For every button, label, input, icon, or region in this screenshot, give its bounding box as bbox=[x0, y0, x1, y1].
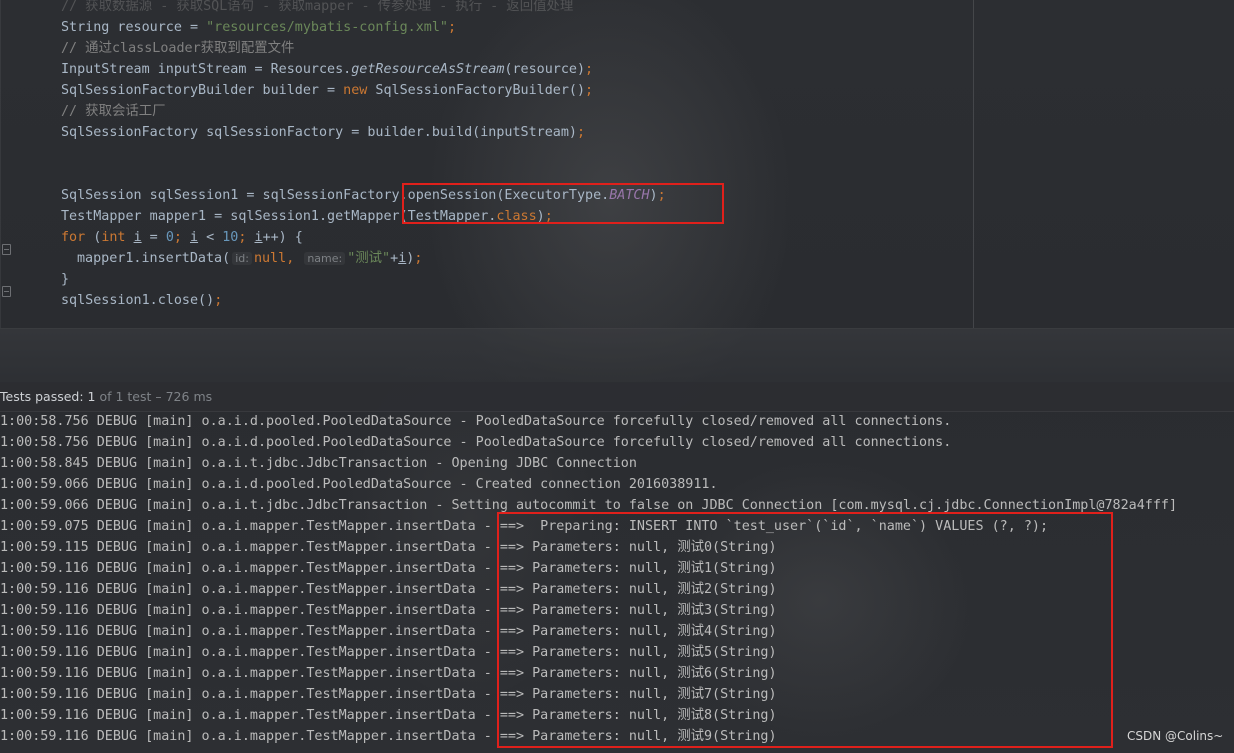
code-token: i bbox=[254, 230, 263, 245]
test-status-bar: Tests passed: 1 of 1 test – 726 ms bbox=[0, 382, 1234, 412]
code-token: ; bbox=[585, 83, 594, 98]
editor-console-divider[interactable] bbox=[0, 328, 1234, 383]
code-token: + bbox=[390, 251, 399, 266]
code-token: i bbox=[133, 230, 142, 245]
code-token: SqlSessionFactoryBuilder() bbox=[367, 83, 586, 98]
code-token: getResourceAsStream bbox=[351, 62, 505, 77]
code-token: mapper1.insertData( bbox=[77, 251, 231, 266]
log-line: 1:00:58.756 DEBUG [main] o.a.i.d.pooled.… bbox=[0, 414, 952, 429]
code-token: ; bbox=[414, 251, 423, 266]
code-token: InputStream inputStream = Resources. bbox=[61, 62, 352, 77]
code-token: , bbox=[286, 251, 303, 266]
code-token: for bbox=[61, 230, 86, 245]
code-line: for (int i = 0; i < 10; i++) { bbox=[61, 227, 303, 248]
code-token: SqlSessionFactoryBuilder builder = bbox=[61, 83, 344, 98]
fold-marker-icon[interactable] bbox=[2, 286, 11, 297]
code-line: String resource = "resources/mybatis-con… bbox=[61, 17, 456, 38]
code-token: // 获取数据源 - 获取SQL语句 - 获取mapper - 传参处理 - 执… bbox=[61, 0, 574, 14]
highlight-box-opensession bbox=[402, 183, 724, 224]
code-token: "resources/mybatis-config.xml" bbox=[206, 20, 448, 35]
code-token: SqlSessionFactory sqlSessionFactory = bu… bbox=[61, 125, 577, 140]
code-line: } bbox=[61, 269, 69, 290]
watermark: CSDN @Colins~ bbox=[1127, 729, 1224, 743]
code-token: } bbox=[61, 272, 70, 287]
code-token: String resource = bbox=[61, 20, 207, 35]
code-editor[interactable]: // 获取数据源 - 获取SQL语句 - 获取mapper - 传参处理 - 执… bbox=[0, 0, 1234, 328]
code-line: SqlSessionFactory sqlSessionFactory = bu… bbox=[61, 122, 585, 143]
code-token: int bbox=[101, 230, 126, 245]
code-line: // 通过classLoader获取到配置文件 bbox=[61, 38, 294, 59]
code-token: < bbox=[198, 230, 223, 245]
highlight-box-batch-log bbox=[497, 512, 1113, 748]
code-token: ; bbox=[173, 230, 190, 245]
code-token: // 获取会话工厂 bbox=[61, 104, 166, 119]
log-line: 1:00:58.845 DEBUG [main] o.a.i.t.jdbc.Jd… bbox=[0, 456, 637, 471]
code-line: sqlSession1.close(); bbox=[61, 290, 222, 311]
tests-detail: of 1 test – 726 ms bbox=[95, 389, 213, 404]
tests-passed-label: Tests passed: bbox=[0, 389, 88, 404]
fold-marker-icon[interactable] bbox=[2, 244, 11, 255]
code-token: = bbox=[141, 230, 166, 245]
code-token: ( bbox=[85, 230, 102, 245]
code-line: // 获取会话工厂 bbox=[61, 101, 166, 122]
gutter bbox=[0, 0, 1, 328]
code-token: 10 bbox=[222, 230, 239, 245]
code-token: ; bbox=[238, 230, 255, 245]
code-token: (resource) bbox=[504, 62, 586, 77]
code-token: // 通过classLoader获取到配置文件 bbox=[61, 41, 295, 56]
log-line: 1:00:59.066 DEBUG [main] o.a.i.d.pooled.… bbox=[0, 477, 718, 492]
log-line: 1:00:58.756 DEBUG [main] o.a.i.d.pooled.… bbox=[0, 435, 952, 450]
right-margin-guide bbox=[973, 0, 974, 328]
parameter-hint: name: bbox=[304, 252, 346, 265]
code-token: ; bbox=[214, 293, 223, 308]
code-token: "测试" bbox=[347, 251, 391, 266]
code-token: null bbox=[253, 251, 287, 266]
code-token: 0 bbox=[165, 230, 174, 245]
code-token: i bbox=[190, 230, 199, 245]
code-line: mapper1.insertData(id: null, name: "测试"+i)… bbox=[77, 248, 422, 269]
code-token: ; bbox=[585, 62, 594, 77]
code-token: new bbox=[343, 83, 368, 98]
code-line: SqlSessionFactoryBuilder builder = new S… bbox=[61, 80, 593, 101]
code-line: InputStream inputStream = Resources.getR… bbox=[61, 59, 593, 80]
code-line: // 获取数据源 - 获取SQL语句 - 获取mapper - 传参处理 - 执… bbox=[61, 0, 573, 17]
parameter-hint: id: bbox=[232, 252, 252, 265]
code-token: sqlSession1.close() bbox=[61, 293, 215, 308]
code-token: ; bbox=[576, 125, 586, 140]
code-token: ; bbox=[447, 20, 457, 35]
code-token: ++) { bbox=[262, 230, 303, 245]
